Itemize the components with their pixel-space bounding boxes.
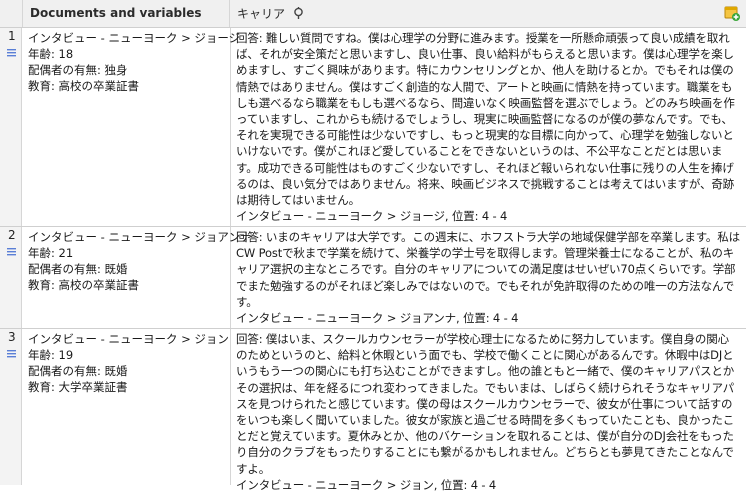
table-row[interactable]: 1 インタビュー - ニューヨーク > ジョージ 年齢: 18 配偶者の有無: … — [0, 28, 746, 227]
document-name: インタビュー - ニューヨーク > ジョアンナ — [28, 230, 252, 244]
segment-answer-text: 回答: いまのキャリアは大学です。この週末に、ホフストラ大学の地域保健学部を卒業… — [236, 230, 740, 309]
table-row[interactable]: 3 インタビュー - ニューヨーク > ジョン 年齢: 19 配偶者の有無: 既… — [0, 329, 746, 492]
column-header-documents[interactable]: Documents and variables — [22, 0, 230, 27]
table-header: Documents and variables キャリア — [0, 0, 746, 28]
variable-marital-status: 配偶者の有無: 既婚 — [28, 262, 128, 276]
column-header-career[interactable]: キャリア — [231, 0, 746, 27]
variable-marital-status: 配偶者の有無: 独身 — [28, 63, 128, 77]
variable-marital-status: 配偶者の有無: 既婚 — [28, 364, 128, 378]
variable-education: 教育: 大学卒業証書 — [28, 380, 128, 394]
header-row-number-column — [0, 0, 23, 27]
table-row[interactable]: 2 インタビュー - ニューヨーク > ジョアンナ 年齢: 21 配偶者の有無:… — [0, 227, 746, 329]
variable-age: 年齢: 18 — [28, 47, 74, 61]
segment-answer-text: 回答: 僕はいま、スクールカウンセラーが学校心理士になるために努力しています。僕… — [236, 332, 735, 476]
row-number-cell: 2 — [0, 227, 22, 328]
segment-source: インタビュー - ニューヨーク > ジョアンナ, 位置: 4 - 4 — [236, 311, 519, 326]
memo-icon[interactable] — [7, 46, 16, 57]
career-segment-cell[interactable]: 回答: いまのキャリアは大学です。この週末に、ホフストラ大学の地域保健学部を卒業… — [231, 227, 746, 328]
document-name: インタビュー - ニューヨーク > ジョージ — [28, 31, 241, 45]
document-variables-cell[interactable]: インタビュー - ニューヨーク > ジョアンナ 年齢: 21 配偶者の有無: 既… — [22, 227, 252, 328]
memo-icon[interactable] — [7, 245, 16, 256]
career-segment-cell[interactable]: 回答: 難しい質問ですね。僕は心理学の分野に進みます。授業を一所懸命頑張って良い… — [231, 28, 746, 226]
segment-source: インタビュー - ニューヨーク > ジョージ, 位置: 4 - 4 — [236, 209, 508, 224]
document-variables-cell[interactable]: インタビュー - ニューヨーク > ジョージ 年齢: 18 配偶者の有無: 独身… — [22, 28, 241, 226]
segment-answer-text: 回答: 難しい質問ですね。僕は心理学の分野に進みます。授業を一所懸命頑張って良い… — [236, 31, 735, 208]
row-number: 1 — [8, 29, 16, 43]
variable-education: 教育: 高校の卒業証書 — [28, 278, 140, 292]
document-name: インタビュー - ニューヨーク > ジョン — [28, 332, 229, 346]
row-number-cell: 1 — [0, 28, 22, 226]
column-header-career-label: キャリア — [237, 7, 286, 21]
variable-education: 教育: 高校の卒業証書 — [28, 79, 140, 93]
document-variables-cell[interactable]: インタビュー - ニューヨーク > ジョン 年齢: 19 配偶者の有無: 既婚 … — [22, 329, 231, 485]
career-segment-cell[interactable]: 回答: 僕はいま、スクールカウンセラーが学校心理士になるために努力しています。僕… — [231, 329, 746, 492]
add-column-icon[interactable] — [724, 5, 740, 21]
row-number-cell: 3 — [0, 329, 22, 485]
row-number: 2 — [8, 228, 16, 242]
variable-age: 年齢: 21 — [28, 246, 74, 260]
row-number: 3 — [8, 330, 16, 344]
variable-age: 年齢: 19 — [28, 348, 74, 362]
memo-icon[interactable] — [7, 347, 16, 358]
pin-icon[interactable] — [293, 7, 304, 22]
